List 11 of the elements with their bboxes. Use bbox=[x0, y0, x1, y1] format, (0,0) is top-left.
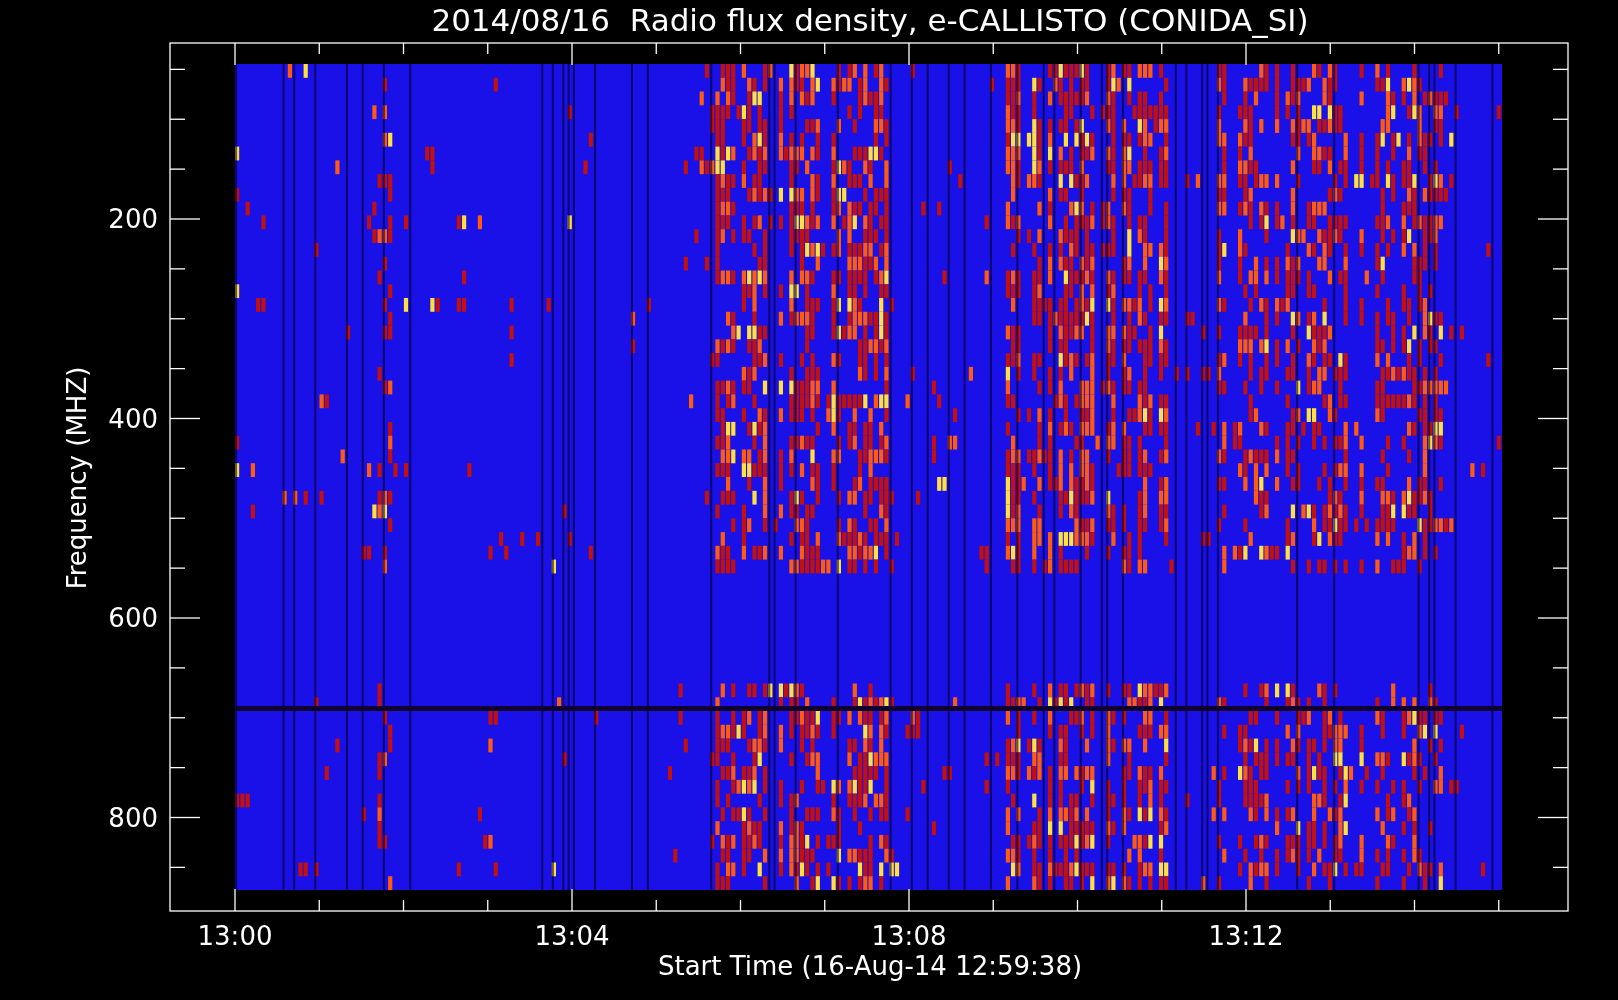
y-tick-label: 600 bbox=[108, 603, 158, 633]
x-tick-label: 13:00 bbox=[197, 921, 273, 951]
y-tick-label: 800 bbox=[108, 802, 158, 833]
y-tick-label: 400 bbox=[108, 403, 158, 434]
y-axis-label: Frequency (MHZ) bbox=[62, 366, 92, 590]
x-axis-label: Start Time (16-Aug-14 12:59:38) bbox=[657, 951, 1083, 981]
x-tick-label: 13:12 bbox=[1208, 921, 1284, 951]
chart-title: 2014/08/16 Radio flux density, e-CALLISTO (CONIDA_SI) bbox=[431, 2, 1309, 38]
y-tick-label: 200 bbox=[108, 204, 158, 234]
x-tick-label: 13:08 bbox=[871, 921, 947, 951]
x-tick-label: 13:04 bbox=[534, 921, 610, 951]
